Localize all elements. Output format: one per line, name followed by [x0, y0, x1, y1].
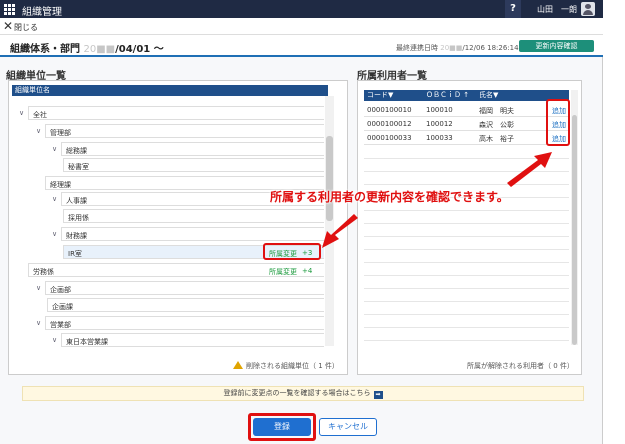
annotation-arrows — [322, 152, 552, 248]
arrow-to-status — [322, 214, 358, 248]
arrow-to-users — [507, 152, 552, 187]
callout-text: 所属する利用者の更新内容を確認できます。 — [270, 190, 509, 204]
